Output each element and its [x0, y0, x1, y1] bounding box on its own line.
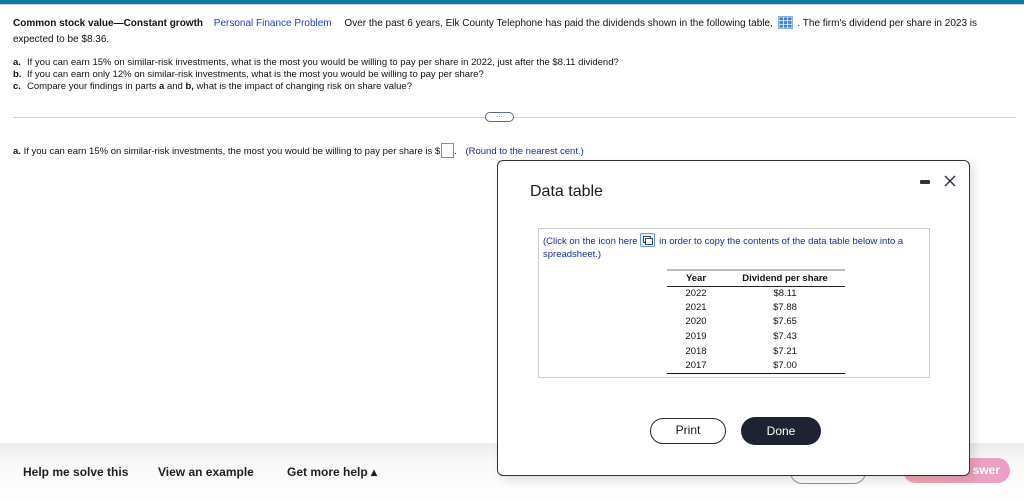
table-row: 2021 $7.88 [667, 301, 845, 316]
answer-text: If you can earn 15% on similar-risk inve… [23, 146, 441, 157]
year-cell: 2019 [685, 331, 707, 343]
part-c-text-3: what is the impact of changing risk on s… [193, 81, 412, 92]
answer-label: a. [13, 146, 21, 157]
data-table-container: (Click on the icon here in order to copy… [538, 228, 930, 378]
view-example-link[interactable]: View an example [158, 465, 254, 479]
header-dividend: Dividend per share [725, 269, 845, 287]
problem-statement: Common stock value—Constant growth Perso… [13, 16, 1013, 48]
year-cell: 2020 [685, 316, 707, 328]
year-cell: 2022 [685, 287, 707, 299]
rounding-hint: (Round to the nearest cent.) [465, 146, 584, 157]
answer-row: a. If you can earn 15% on similar-risk i… [13, 143, 584, 159]
part-b-label: b. [13, 69, 22, 80]
copy-note-text-1: (Click on the icon here [543, 236, 638, 247]
year-cell: 2018 [685, 345, 707, 357]
part-c-bold-b: b, [185, 81, 194, 92]
table-row: 2018 $7.21 [667, 344, 845, 359]
part-a: a. If you can earn 15% on similar-risk in… [13, 57, 619, 69]
dividend-cell: $7.43 [773, 331, 797, 343]
help-me-solve-link[interactable]: Help me solve this [23, 465, 128, 479]
year-cell: 2017 [667, 358, 725, 375]
table-header-row: Year Dividend per share [667, 269, 845, 287]
dividend-cell: $7.00 [725, 358, 845, 375]
dividend-cell: $7.65 [773, 316, 797, 328]
get-more-help-link[interactable]: Get more help ▴ [287, 465, 377, 479]
dividend-cell: $7.88 [773, 301, 797, 313]
print-button[interactable]: Print [650, 418, 726, 444]
table-row: 2017 $7.00 [667, 358, 845, 375]
part-c: c. Compare your findings in parts a and b… [13, 81, 619, 93]
done-button[interactable]: Done [741, 417, 821, 445]
personal-finance-link[interactable]: Personal Finance Problem [214, 18, 332, 29]
part-a-text: If you can earn 15% on similar-risk inve… [27, 57, 619, 68]
dividend-table: Year Dividend per share 2022 $8.11 2021 … [667, 269, 845, 375]
top-accent-shadow [0, 4, 1024, 5]
part-c-text-1: Compare your findings in parts [27, 81, 160, 92]
year-cell: 2021 [685, 301, 707, 313]
data-table-modal: Data table (Click on the icon here in or… [497, 160, 970, 476]
expand-more-button[interactable]: … [485, 112, 514, 122]
part-b: b. If you can earn only 12% on similar-ri… [13, 69, 619, 81]
section-divider [13, 117, 1016, 118]
table-row: 2019 $7.43 [667, 330, 845, 345]
header-year: Year [667, 269, 725, 287]
dividend-cell: $8.11 [773, 287, 797, 299]
problem-text-1: Over the past 6 years, Elk County Teleph… [344, 18, 773, 29]
table-row: 2022 $8.11 [667, 286, 845, 301]
close-icon[interactable] [942, 173, 958, 189]
part-b-text: If you can earn only 12% on similar-risk… [27, 69, 484, 80]
copy-to-spreadsheet-icon[interactable] [639, 233, 655, 247]
table-grid-icon[interactable] [777, 16, 793, 29]
part-c-text-2: and [164, 81, 186, 92]
answer-period: . [454, 146, 457, 157]
minimize-icon[interactable] [920, 180, 930, 184]
modal-title: Data table [530, 183, 603, 200]
copy-instructions: (Click on the icon here in order to copy… [543, 233, 923, 261]
dividend-cell: $7.21 [773, 345, 797, 357]
part-c-label: c. [13, 81, 21, 92]
part-a-label: a. [13, 57, 21, 68]
problem-title: Common stock value—Constant growth [13, 18, 204, 29]
answer-input[interactable] [441, 143, 455, 158]
question-parts: a. If you can earn 15% on similar-risk in… [13, 57, 619, 93]
table-row: 2020 $7.65 [667, 315, 845, 330]
